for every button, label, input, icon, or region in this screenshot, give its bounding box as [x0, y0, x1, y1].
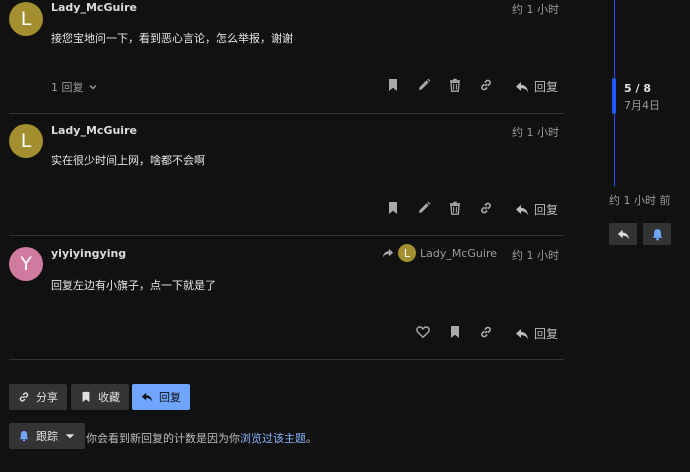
- timeline-notification-button[interactable]: [643, 223, 671, 245]
- post-content: 回复左边有小旗子，点一下就是了: [51, 279, 216, 292]
- avatar[interactable]: L: [9, 124, 43, 158]
- replies-count: 1 回复: [51, 81, 84, 94]
- reply-to-avatar: L: [398, 244, 416, 262]
- post-divider: [9, 359, 564, 360]
- post-time[interactable]: 约 1 小时: [512, 124, 559, 140]
- edit-icon[interactable]: [417, 78, 431, 92]
- post-divider: [9, 235, 564, 236]
- notification-level-dropdown[interactable]: 跟踪: [9, 423, 85, 449]
- bell-icon: [652, 228, 662, 240]
- reply-to-username: Lady_McGuire: [420, 246, 497, 260]
- post-time[interactable]: 约 1 小时: [512, 1, 559, 17]
- post-content: 接您宝地问一下，看到恶心言论，怎么举报，谢谢: [51, 32, 293, 45]
- avatar-letter: L: [20, 8, 32, 30]
- reply-icon: [141, 392, 153, 402]
- post-username[interactable]: yiyiyingying: [51, 247, 126, 260]
- timeline-handle[interactable]: [612, 78, 616, 114]
- notice-prefix: 你会看到新回复的计数是因为你: [86, 432, 240, 445]
- reply-button[interactable]: 回复: [515, 325, 558, 342]
- notice-suffix: 。: [306, 432, 317, 445]
- timeline-last-activity[interactable]: 约 1 小时 前: [609, 192, 671, 208]
- reply-to-avatar-letter: L: [403, 246, 411, 260]
- bookmark-icon[interactable]: [448, 325, 462, 339]
- trash-icon[interactable]: [448, 201, 462, 215]
- heart-icon[interactable]: [416, 325, 430, 339]
- reply-button[interactable]: 回复: [515, 201, 558, 218]
- bookmark-icon[interactable]: [386, 78, 400, 92]
- reply-icon: [617, 229, 629, 240]
- reply-label: 回复: [534, 203, 559, 217]
- reply-topic-label: 回复: [159, 391, 181, 404]
- reply-label: 回复: [534, 327, 559, 341]
- reply-icon: [516, 81, 528, 92]
- timeline-date: 7月4日: [624, 99, 660, 112]
- bookmark-icon: [82, 391, 90, 403]
- timeline-reply-button[interactable]: [609, 223, 637, 245]
- link-icon[interactable]: [479, 78, 493, 92]
- bookmark-icon[interactable]: [386, 201, 400, 215]
- notice-link[interactable]: 浏览过该主题: [240, 432, 306, 445]
- post-divider: [9, 113, 564, 114]
- post-username[interactable]: Lady_McGuire: [51, 1, 137, 14]
- post-username[interactable]: Lady_McGuire: [51, 124, 137, 137]
- link-icon: [19, 392, 29, 402]
- caret-down-icon: [65, 434, 75, 439]
- timeline-position: 5 / 8: [624, 82, 651, 95]
- bookmark-button[interactable]: 收藏: [71, 384, 129, 410]
- edit-icon[interactable]: [417, 201, 431, 215]
- reply-label: 回复: [534, 80, 559, 94]
- notification-notice: 你会看到新回复的计数是因为你浏览过该主题。: [86, 430, 317, 446]
- track-label: 跟踪: [36, 430, 58, 443]
- avatar[interactable]: Y: [9, 247, 43, 281]
- link-icon[interactable]: [479, 201, 493, 215]
- share-button[interactable]: 分享: [9, 384, 67, 410]
- bell-icon: [19, 431, 29, 442]
- replies-toggle[interactable]: 1 回复: [51, 79, 98, 95]
- trash-icon[interactable]: [448, 78, 462, 92]
- reply-icon: [516, 328, 528, 339]
- avatar-letter: Y: [20, 253, 32, 275]
- reply-button[interactable]: 回复: [515, 78, 558, 95]
- post-time[interactable]: 约 1 小时: [512, 247, 559, 263]
- avatar[interactable]: L: [9, 2, 43, 36]
- share-label: 分享: [36, 391, 58, 404]
- link-icon[interactable]: [479, 325, 493, 339]
- avatar-letter: L: [20, 130, 32, 152]
- reply-icon: [516, 204, 528, 215]
- bookmark-label: 收藏: [98, 391, 120, 404]
- reply-topic-button[interactable]: 回复: [132, 384, 190, 410]
- reply-to-indicator[interactable]: L Lady_McGuire: [382, 244, 497, 262]
- post-content: 实在很少时间上网，啥都不会啊: [51, 154, 205, 167]
- share-arrow-icon: [382, 248, 394, 258]
- chevron-down-icon: [89, 85, 96, 90]
